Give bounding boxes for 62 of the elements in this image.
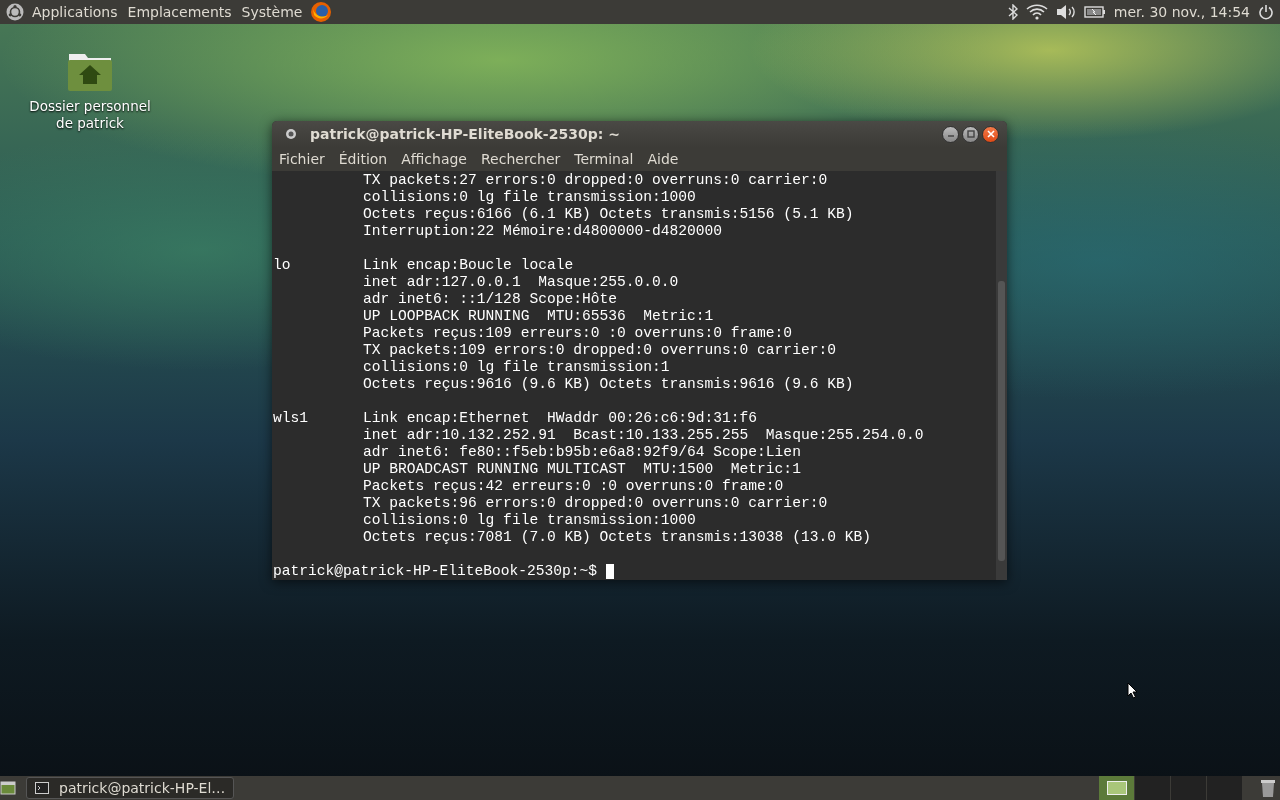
scrollbar-thumb[interactable] [998, 281, 1005, 561]
bluetooth-icon[interactable] [1007, 4, 1018, 20]
trash-icon[interactable] [1260, 778, 1276, 798]
menu-item[interactable]: Édition [338, 151, 388, 167]
output-line: inet adr:127.0.0.1 Masque:255.0.0.0 [363, 274, 679, 291]
window-menu-icon[interactable] [284, 127, 298, 141]
battery-icon[interactable] [1083, 5, 1106, 19]
output-line: TX packets:109 errors:0 dropped:0 overruns:0 carrier:0 [363, 342, 836, 359]
workspace-switcher-item[interactable] [1207, 776, 1242, 800]
show-desktop-icon[interactable] [0, 780, 16, 796]
maximize-icon [966, 130, 975, 138]
output-line: collisions:0 lg file transmission:1000 [363, 512, 696, 529]
window-title: patrick@patrick-HP-EliteBook-2530p: ~ [310, 126, 620, 142]
menu-item[interactable]: Affichage [401, 151, 467, 167]
clock[interactable]: mer. 30 nov., 14:54 [1113, 4, 1250, 20]
output-line: Link encap:Ethernet HWaddr 00:26:c6:9d:31:f6 [363, 410, 758, 427]
logo-icon[interactable] [6, 3, 24, 21]
output-line: Octets reçus:6166 (6.1 KB) Octets transmis:5156 (5.1 KB) [363, 206, 854, 223]
home-folder-icon[interactable] [67, 52, 113, 92]
desktop-icon-label[interactable]: Dossier personnel de patrick [25, 98, 155, 132]
panel-menu[interactable]: Système [241, 4, 303, 20]
workspace-switcher-item[interactable] [1099, 776, 1134, 800]
output-line: Link encap:Boucle locale [363, 257, 574, 274]
output-line: inet adr:10.132.252.91 Bcast:10.133.255.255 Masque:255.254.0.0 [363, 427, 924, 444]
maximize-button[interactable] [962, 125, 979, 143]
browser-icon[interactable] [310, 1, 333, 23]
shell-prompt: patrick@patrick-HP-EliteBook-2530p:~$ [273, 563, 598, 580]
menu-item[interactable]: Aide [647, 151, 679, 167]
terminal-icon [35, 782, 49, 794]
output-line: Packets reçus:109 erreurs:0 :0 overruns:0 frame:0 [363, 325, 793, 342]
close-icon [986, 130, 995, 138]
panel-menu[interactable]: Applications [32, 4, 118, 20]
menu-item[interactable]: Terminal [574, 151, 634, 167]
output-line: UP BROADCAST RUNNING MULTICAST MTU:1500 Metric:1 [363, 461, 801, 478]
taskbar-button[interactable]: patrick@patrick-HP-El… [26, 777, 235, 799]
close-button[interactable] [982, 125, 999, 143]
output-line: Octets reçus:7081 (7.0 KB) Octets transmis:13038 (13.0 KB) [363, 529, 871, 546]
title-bar[interactable]: patrick@patrick-HP-EliteBook-2530p: ~ [272, 121, 1007, 147]
output-line: adr inet6: fe80::f5eb:b95b:e6a8:92f9/64 Scope:Lien [363, 444, 801, 461]
interface-name: lo [273, 257, 291, 273]
menu-item[interactable]: Rechercher [481, 151, 561, 167]
output-line: UP LOOPBACK RUNNING MTU:65536 Metric:1 [363, 308, 714, 325]
output-line: collisions:0 lg file transmission:1 [363, 359, 670, 376]
workspace-switcher-item[interactable] [1171, 776, 1206, 800]
output-line: TX packets:27 errors:0 dropped:0 overruns:0 carrier:0 [363, 172, 828, 189]
scrollbar[interactable] [996, 171, 1007, 580]
interface-name: wls1 [273, 410, 309, 426]
output-line: collisions:0 lg file transmission:1000 [363, 189, 696, 206]
mouse-pointer-icon [1127, 682, 1138, 699]
power-icon[interactable] [1258, 4, 1274, 20]
text-cursor [606, 564, 615, 579]
panel-menu[interactable]: Emplacements [127, 4, 232, 20]
output-line: TX packets:96 errors:0 dropped:0 overruns:0 carrier:0 [363, 495, 828, 512]
output-line: Interruption:22 Mémoire:d4800000-d4820000 [363, 223, 723, 240]
menu-item[interactable]: Fichier [279, 151, 325, 167]
volume-icon[interactable] [1055, 4, 1076, 20]
minimize-button[interactable] [942, 125, 959, 143]
output-line: adr inet6: ::1/128 Scope:Hôte [363, 291, 617, 308]
workspace-switcher-item[interactable] [1135, 776, 1170, 800]
output-line: Packets reçus:42 erreurs:0 :0 overruns:0 frame:0 [363, 478, 784, 495]
output-line: Octets reçus:9616 (9.6 KB) Octets transmis:9616 (9.6 KB) [363, 376, 854, 393]
wifi-icon[interactable] [1025, 4, 1048, 20]
